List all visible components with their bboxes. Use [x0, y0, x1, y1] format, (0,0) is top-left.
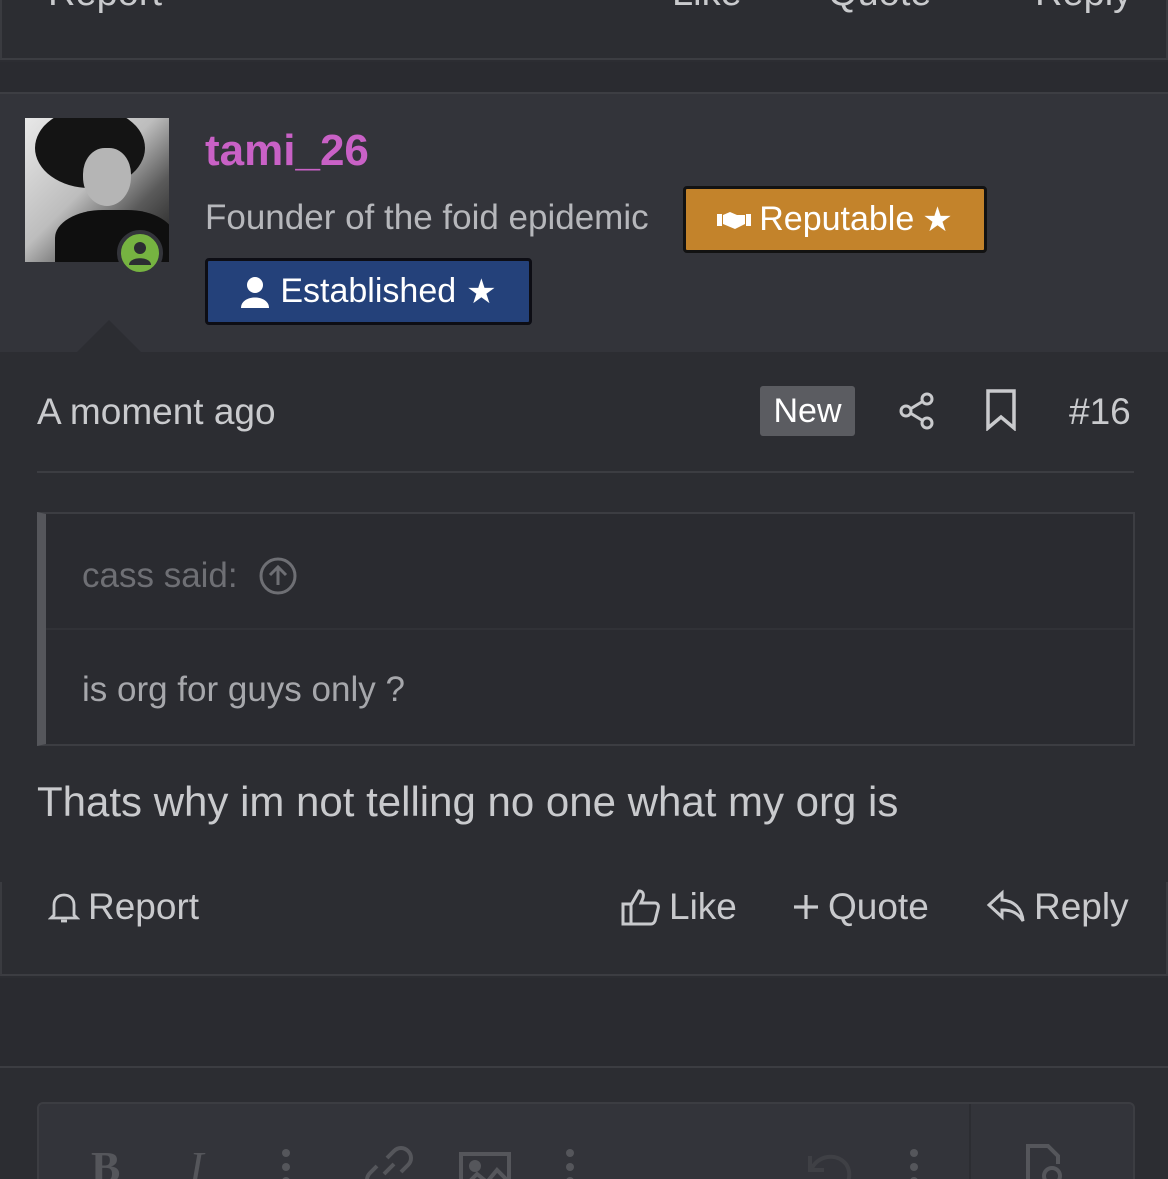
quote-text: is org for guys only ?	[82, 670, 405, 709]
italic-button[interactable]: I	[189, 1142, 204, 1179]
share-icon[interactable]	[897, 391, 937, 431]
bookmark-icon[interactable]	[985, 389, 1017, 431]
report-button[interactable]: Report	[48, 886, 199, 928]
more-options-icon[interactable]	[909, 1148, 919, 1179]
drafts-icon[interactable]	[1024, 1144, 1074, 1179]
post-meta: A moment ago New #16	[37, 385, 1134, 473]
quote-header: cass said:	[46, 514, 1133, 630]
reputable-badge: Reputable ★	[683, 186, 987, 253]
arrow-up-circle-icon[interactable]	[258, 556, 298, 596]
like-label: Like	[669, 886, 737, 927]
thumbs-up-icon	[621, 889, 660, 926]
reply-label: Reply	[1034, 886, 1129, 927]
quote-label: Quote	[828, 886, 929, 927]
post-actions: Report Like Quote Reply	[0, 882, 1168, 976]
star-icon: ★	[466, 272, 497, 311]
quote-button[interactable]: Quote	[828, 0, 932, 15]
like-button[interactable]: Like	[621, 886, 737, 928]
handshake-icon	[717, 211, 752, 229]
report-button[interactable]: Report	[48, 0, 162, 15]
reply-icon	[986, 889, 1025, 922]
quote-author-label: cass said:	[82, 556, 238, 595]
post-separator	[0, 62, 1168, 92]
undo-icon[interactable]	[804, 1148, 854, 1179]
quote-author[interactable]: cass said:	[82, 556, 298, 596]
established-badge-label: Established	[280, 272, 457, 310]
reply-editor: B I	[37, 1102, 1135, 1179]
quote-button[interactable]: Quote	[792, 886, 929, 928]
like-button[interactable]: Like	[672, 0, 742, 15]
new-badge: New	[760, 386, 855, 436]
post-number[interactable]: #16	[1069, 391, 1131, 433]
bold-button[interactable]: B	[91, 1142, 120, 1179]
online-status-icon	[117, 230, 163, 276]
post-timestamp[interactable]: A moment ago	[37, 391, 276, 433]
header-pointer	[76, 320, 142, 353]
user-title: Founder of the foid epidemic	[205, 198, 649, 237]
quote-block: cass said: is org for guys only ?	[37, 512, 1135, 746]
star-icon: ★	[922, 200, 953, 239]
image-icon[interactable]	[459, 1152, 511, 1179]
more-options-icon[interactable]	[281, 1148, 291, 1179]
previous-post-actions: Report Like Quote Reply	[0, 0, 1168, 60]
report-label: Report	[88, 886, 200, 927]
reputable-badge-label: Reputable	[759, 200, 915, 238]
plus-icon	[794, 895, 818, 919]
bell-icon	[48, 893, 80, 923]
reply-button[interactable]: Reply	[1035, 0, 1132, 15]
username[interactable]: tami_26	[205, 126, 369, 176]
established-badge: Established ★	[205, 258, 532, 325]
user-icon	[241, 276, 270, 308]
link-icon[interactable]	[364, 1146, 414, 1179]
reply-button[interactable]: Reply	[986, 886, 1129, 928]
more-options-icon[interactable]	[565, 1148, 575, 1179]
post-separator	[0, 978, 1168, 1068]
post-body: Thats why im not telling no one what my …	[37, 778, 899, 825]
toolbar-divider	[969, 1104, 971, 1179]
